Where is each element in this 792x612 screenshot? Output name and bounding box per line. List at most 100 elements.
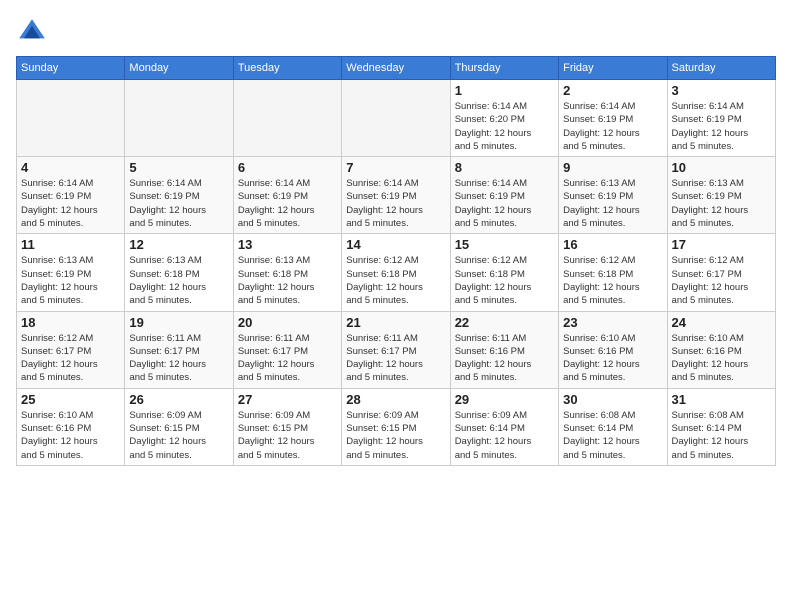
calendar-day-cell: 26Sunrise: 6:09 AM Sunset: 6:15 PM Dayli… xyxy=(125,388,233,465)
day-detail: Sunrise: 6:12 AM Sunset: 6:18 PM Dayligh… xyxy=(346,254,445,307)
calendar-table: SundayMondayTuesdayWednesdayThursdayFrid… xyxy=(16,56,776,466)
day-detail: Sunrise: 6:11 AM Sunset: 6:16 PM Dayligh… xyxy=(455,332,554,385)
day-detail: Sunrise: 6:13 AM Sunset: 6:19 PM Dayligh… xyxy=(21,254,120,307)
day-number: 15 xyxy=(455,237,554,252)
day-number: 1 xyxy=(455,83,554,98)
calendar-day-cell: 16 Sunrise: 6:12 AM Sunset: 6:18 PM Dayli… xyxy=(559,234,667,311)
day-number: 31 xyxy=(672,392,771,407)
calendar-day-cell: 22 Sunrise: 6:11 AM Sunset: 6:16 PM Dayli… xyxy=(450,311,558,388)
day-detail: Sunrise: 6:09 AM Sunset: 6:14 PM Dayligh… xyxy=(455,409,554,462)
logo-icon xyxy=(16,16,48,48)
calendar-week-row: 18Sunrise: 6:12 AM Sunset: 6:17 PM Dayli… xyxy=(17,311,776,388)
calendar-day-cell: 5Sunrise: 6:14 AM Sunset: 6:19 PM Daylig… xyxy=(125,157,233,234)
calendar-day-cell: 13 Sunrise: 6:13 AM Sunset: 6:18 PM Dayli… xyxy=(233,234,341,311)
calendar-day-cell: 12 Sunrise: 6:13 AM Sunset: 6:18 PM Dayli… xyxy=(125,234,233,311)
calendar-day-cell: 18Sunrise: 6:12 AM Sunset: 6:17 PM Dayli… xyxy=(17,311,125,388)
day-number: 25 xyxy=(21,392,120,407)
day-number: 13 xyxy=(238,237,337,252)
calendar-day-cell: 25 Sunrise: 6:10 AM Sunset: 6:16 PM Dayli… xyxy=(17,388,125,465)
day-number: 3 xyxy=(672,83,771,98)
weekday-header-monday: Monday xyxy=(125,57,233,80)
calendar-day-cell: 20 Sunrise: 6:11 AM Sunset: 6:17 PM Dayli… xyxy=(233,311,341,388)
calendar-day-cell: 9 Sunrise: 6:13 AM Sunset: 6:19 PM Daylig… xyxy=(559,157,667,234)
calendar-week-row: 4Sunrise: 6:14 AM Sunset: 6:19 PM Daylig… xyxy=(17,157,776,234)
calendar-empty-cell xyxy=(233,80,341,157)
day-number: 7 xyxy=(346,160,445,175)
day-number: 16 xyxy=(563,237,662,252)
day-number: 26 xyxy=(129,392,228,407)
day-number: 20 xyxy=(238,315,337,330)
calendar-day-cell: 17 Sunrise: 6:12 AM Sunset: 6:17 PM Dayli… xyxy=(667,234,775,311)
calendar-empty-cell xyxy=(125,80,233,157)
day-detail: Sunrise: 6:14 AM Sunset: 6:20 PM Dayligh… xyxy=(455,100,554,153)
calendar-day-cell: 15 Sunrise: 6:12 AM Sunset: 6:18 PM Dayli… xyxy=(450,234,558,311)
day-detail: Sunrise: 6:08 AM Sunset: 6:14 PM Dayligh… xyxy=(672,409,771,462)
day-detail: Sunrise: 6:13 AM Sunset: 6:18 PM Dayligh… xyxy=(129,254,228,307)
calendar-day-cell: 27Sunrise: 6:09 AM Sunset: 6:15 PM Dayli… xyxy=(233,388,341,465)
day-detail: Sunrise: 6:11 AM Sunset: 6:17 PM Dayligh… xyxy=(129,332,228,385)
calendar-day-cell: 10 Sunrise: 6:13 AM Sunset: 6:19 PM Dayli… xyxy=(667,157,775,234)
day-number: 14 xyxy=(346,237,445,252)
day-detail: Sunrise: 6:12 AM Sunset: 6:18 PM Dayligh… xyxy=(455,254,554,307)
calendar-day-cell: 6Sunrise: 6:14 AM Sunset: 6:19 PM Daylig… xyxy=(233,157,341,234)
day-detail: Sunrise: 6:08 AM Sunset: 6:14 PM Dayligh… xyxy=(563,409,662,462)
day-number: 8 xyxy=(455,160,554,175)
calendar-day-cell: 19 Sunrise: 6:11 AM Sunset: 6:17 PM Dayli… xyxy=(125,311,233,388)
calendar-day-cell: 1 Sunrise: 6:14 AM Sunset: 6:20 PM Daylig… xyxy=(450,80,558,157)
day-number: 2 xyxy=(563,83,662,98)
day-detail: Sunrise: 6:13 AM Sunset: 6:18 PM Dayligh… xyxy=(238,254,337,307)
day-detail: Sunrise: 6:09 AM Sunset: 6:15 PM Dayligh… xyxy=(346,409,445,462)
calendar-day-cell: 4Sunrise: 6:14 AM Sunset: 6:19 PM Daylig… xyxy=(17,157,125,234)
weekday-header-tuesday: Tuesday xyxy=(233,57,341,80)
calendar-day-cell: 30 Sunrise: 6:08 AM Sunset: 6:14 PM Dayli… xyxy=(559,388,667,465)
day-detail: Sunrise: 6:13 AM Sunset: 6:19 PM Dayligh… xyxy=(563,177,662,230)
day-number: 28 xyxy=(346,392,445,407)
day-detail: Sunrise: 6:11 AM Sunset: 6:17 PM Dayligh… xyxy=(238,332,337,385)
day-detail: Sunrise: 6:10 AM Sunset: 6:16 PM Dayligh… xyxy=(21,409,120,462)
day-detail: Sunrise: 6:09 AM Sunset: 6:15 PM Dayligh… xyxy=(238,409,337,462)
day-number: 12 xyxy=(129,237,228,252)
calendar-day-cell: 11 Sunrise: 6:13 AM Sunset: 6:19 PM Dayli… xyxy=(17,234,125,311)
weekday-header-friday: Friday xyxy=(559,57,667,80)
logo[interactable] xyxy=(16,16,52,48)
calendar-day-cell: 3 Sunrise: 6:14 AM Sunset: 6:19 PM Daylig… xyxy=(667,80,775,157)
day-detail: Sunrise: 6:10 AM Sunset: 6:16 PM Dayligh… xyxy=(672,332,771,385)
day-number: 17 xyxy=(672,237,771,252)
day-number: 23 xyxy=(563,315,662,330)
day-detail: Sunrise: 6:14 AM Sunset: 6:19 PM Dayligh… xyxy=(21,177,120,230)
calendar-empty-cell xyxy=(342,80,450,157)
day-number: 5 xyxy=(129,160,228,175)
day-detail: Sunrise: 6:11 AM Sunset: 6:17 PM Dayligh… xyxy=(346,332,445,385)
day-detail: Sunrise: 6:12 AM Sunset: 6:17 PM Dayligh… xyxy=(21,332,120,385)
calendar-day-cell: 7 Sunrise: 6:14 AM Sunset: 6:19 PM Daylig… xyxy=(342,157,450,234)
day-number: 21 xyxy=(346,315,445,330)
day-detail: Sunrise: 6:10 AM Sunset: 6:16 PM Dayligh… xyxy=(563,332,662,385)
day-number: 9 xyxy=(563,160,662,175)
page-header xyxy=(16,16,776,48)
calendar-day-cell: 24Sunrise: 6:10 AM Sunset: 6:16 PM Dayli… xyxy=(667,311,775,388)
day-detail: Sunrise: 6:14 AM Sunset: 6:19 PM Dayligh… xyxy=(455,177,554,230)
day-detail: Sunrise: 6:12 AM Sunset: 6:18 PM Dayligh… xyxy=(563,254,662,307)
day-number: 30 xyxy=(563,392,662,407)
day-number: 10 xyxy=(672,160,771,175)
calendar-day-cell: 2Sunrise: 6:14 AM Sunset: 6:19 PM Daylig… xyxy=(559,80,667,157)
weekday-header-thursday: Thursday xyxy=(450,57,558,80)
day-detail: Sunrise: 6:14 AM Sunset: 6:19 PM Dayligh… xyxy=(672,100,771,153)
calendar-empty-cell xyxy=(17,80,125,157)
calendar-header-row: SundayMondayTuesdayWednesdayThursdayFrid… xyxy=(17,57,776,80)
calendar-week-row: 25 Sunrise: 6:10 AM Sunset: 6:16 PM Dayli… xyxy=(17,388,776,465)
day-number: 22 xyxy=(455,315,554,330)
day-number: 11 xyxy=(21,237,120,252)
weekday-header-saturday: Saturday xyxy=(667,57,775,80)
day-detail: Sunrise: 6:14 AM Sunset: 6:19 PM Dayligh… xyxy=(238,177,337,230)
calendar-day-cell: 29 Sunrise: 6:09 AM Sunset: 6:14 PM Dayli… xyxy=(450,388,558,465)
day-detail: Sunrise: 6:14 AM Sunset: 6:19 PM Dayligh… xyxy=(346,177,445,230)
day-detail: Sunrise: 6:12 AM Sunset: 6:17 PM Dayligh… xyxy=(672,254,771,307)
day-number: 29 xyxy=(455,392,554,407)
day-detail: Sunrise: 6:13 AM Sunset: 6:19 PM Dayligh… xyxy=(672,177,771,230)
calendar-day-cell: 23 Sunrise: 6:10 AM Sunset: 6:16 PM Dayli… xyxy=(559,311,667,388)
calendar-week-row: 1 Sunrise: 6:14 AM Sunset: 6:20 PM Daylig… xyxy=(17,80,776,157)
calendar-day-cell: 21 Sunrise: 6:11 AM Sunset: 6:17 PM Dayli… xyxy=(342,311,450,388)
calendar-day-cell: 28 Sunrise: 6:09 AM Sunset: 6:15 PM Dayli… xyxy=(342,388,450,465)
day-number: 19 xyxy=(129,315,228,330)
